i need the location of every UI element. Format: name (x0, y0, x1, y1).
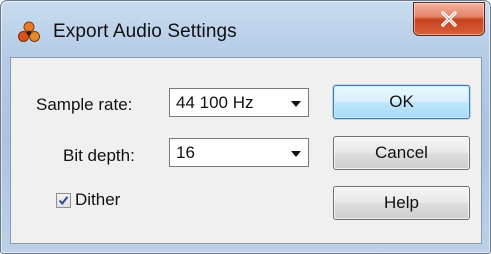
app-logo-icon (17, 20, 41, 44)
bit-depth-value: 16 (176, 143, 195, 162)
title-bar[interactable]: Export Audio Settings (1, 1, 490, 57)
checkmark-icon (58, 196, 69, 206)
ok-button[interactable]: OK (333, 85, 470, 119)
cancel-button[interactable]: Cancel (333, 136, 470, 170)
dither-checkbox[interactable] (56, 193, 71, 208)
close-icon (441, 11, 457, 27)
window-title: Export Audio Settings (53, 21, 237, 42)
bit-depth-select[interactable]: 16 (169, 138, 309, 167)
export-audio-settings-dialog: Export Audio Settings Sample rate: 44 10… (0, 0, 491, 254)
bit-depth-label: Bit depth: (63, 146, 135, 165)
sample-rate-value: 44 100 Hz (176, 93, 254, 112)
chevron-down-icon (291, 101, 301, 107)
help-button[interactable]: Help (333, 186, 470, 220)
chevron-down-icon (291, 151, 301, 157)
sample-rate-label: Sample rate: (36, 95, 133, 114)
dither-label[interactable]: Dither (75, 190, 120, 210)
close-button[interactable] (413, 2, 485, 36)
dialog-body: Sample rate: 44 100 Hz Bit depth: 16 Dit… (10, 57, 482, 244)
sample-rate-select[interactable]: 44 100 Hz (169, 88, 309, 117)
